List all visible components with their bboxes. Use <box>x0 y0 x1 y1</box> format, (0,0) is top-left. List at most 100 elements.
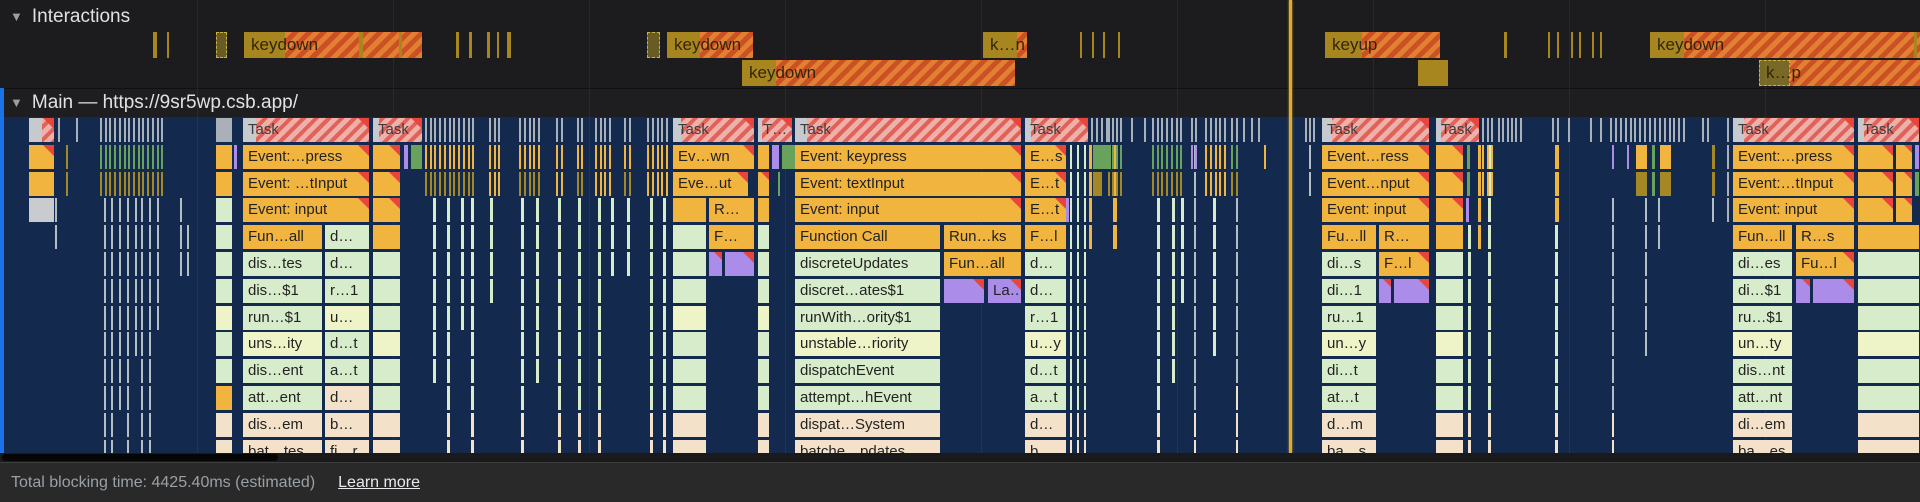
flame-cell[interactable] <box>1712 172 1715 196</box>
flame-thin-column[interactable] <box>611 252 614 276</box>
flame-thin-bar[interactable] <box>472 118 474 142</box>
flame-thin-column[interactable] <box>180 198 182 222</box>
flame-thin-column[interactable] <box>471 332 474 356</box>
flame-cell[interactable] <box>1796 279 1810 303</box>
interaction-bar[interactable]: keyup <box>1325 32 1440 58</box>
flame-thin-column[interactable] <box>1645 306 1647 330</box>
flame-thin-column[interactable] <box>104 252 106 276</box>
flame-thin-bar[interactable] <box>458 145 460 169</box>
flame-thin-bar[interactable] <box>1176 118 1178 142</box>
flame-thin-column[interactable] <box>663 440 666 454</box>
flame-thin-column[interactable] <box>1113 225 1117 249</box>
flame-thin-bar[interactable] <box>538 172 540 196</box>
flame-thin-column[interactable] <box>1236 413 1238 437</box>
flame-thin-column[interactable] <box>1468 359 1471 383</box>
flame-thin-bar[interactable] <box>1673 118 1675 142</box>
flame-cell[interactable] <box>1555 198 1559 222</box>
flame-thin-column[interactable] <box>558 225 561 249</box>
flame-cell[interactable]: d… <box>1025 279 1066 303</box>
flame-thin-column[interactable] <box>663 225 666 249</box>
flame-thin-column[interactable] <box>111 198 113 222</box>
flame-thin-column[interactable] <box>1070 359 1072 383</box>
flame-thin-column[interactable] <box>578 279 581 303</box>
flame-thin-bar[interactable] <box>1231 172 1233 196</box>
flame-thin-bar[interactable] <box>647 118 649 142</box>
flame-thin-bar[interactable] <box>524 118 526 142</box>
flame-cell[interactable] <box>1858 359 1919 383</box>
flame-thin-column[interactable] <box>1172 306 1175 330</box>
flame-thin-column[interactable] <box>1213 306 1216 330</box>
flame-thin-bar[interactable] <box>1195 118 1197 142</box>
flame-cell[interactable] <box>673 252 706 276</box>
flame-thin-bar[interactable] <box>138 118 140 142</box>
collapse-triangle-icon[interactable]: ▼ <box>10 95 23 110</box>
flame-thin-bar[interactable] <box>458 118 460 142</box>
flame-cell[interactable]: La…t <box>988 279 1021 303</box>
interaction-tick[interactable] <box>487 32 490 58</box>
flame-thin-column[interactable] <box>663 252 666 276</box>
flame-thin-bar[interactable] <box>1176 172 1178 196</box>
flame-thin-column[interactable] <box>461 198 464 222</box>
flame-thin-bar[interactable] <box>444 172 446 196</box>
flame-thin-bar[interactable] <box>498 172 500 196</box>
flame-thin-bar[interactable] <box>595 118 597 142</box>
flame-thin-column[interactable] <box>119 225 121 249</box>
flame-thin-bar[interactable] <box>1205 145 1207 169</box>
flame-thin-column[interactable] <box>1084 306 1086 330</box>
flame-thin-column[interactable] <box>490 225 493 249</box>
flame-cell[interactable]: Event: textInput <box>795 172 1021 196</box>
flame-thin-column[interactable] <box>598 198 601 222</box>
flame-cell[interactable] <box>66 145 68 169</box>
flame-thin-column[interactable] <box>1070 225 1072 249</box>
flame-thin-bar[interactable] <box>128 172 130 196</box>
flame-thin-bar[interactable] <box>533 118 535 142</box>
flame-cell[interactable]: E…t <box>1025 172 1066 196</box>
flame-cell[interactable] <box>778 172 780 196</box>
flame-thin-column[interactable] <box>650 359 653 383</box>
flame-thin-column[interactable] <box>650 252 653 276</box>
flame-thin-bar[interactable] <box>1669 118 1671 142</box>
flame-thin-column[interactable] <box>536 252 539 276</box>
flame-thin-column[interactable] <box>1077 413 1079 437</box>
flame-thin-column[interactable] <box>1658 198 1660 222</box>
interaction-bar[interactable]: keydown <box>1650 32 1920 58</box>
flame-thin-bar[interactable] <box>652 145 654 169</box>
flame-cell[interactable]: d… <box>325 386 369 410</box>
flame-thin-bar[interactable] <box>652 172 654 196</box>
flame-thin-bar[interactable] <box>1166 172 1168 196</box>
flame-thin-bar[interactable] <box>1210 145 1212 169</box>
flame-thin-column[interactable] <box>1488 440 1491 454</box>
flame-thin-column[interactable] <box>149 413 151 437</box>
flame-thin-column[interactable] <box>536 359 539 383</box>
flame-thin-bar[interactable] <box>1487 145 1489 169</box>
flame-thin-column[interactable] <box>521 440 524 454</box>
flame-thin-bar[interactable] <box>666 172 668 196</box>
flame-thin-column[interactable] <box>558 386 561 410</box>
flame-thin-bar[interactable] <box>629 172 631 196</box>
flame-thin-column[interactable] <box>1555 306 1558 330</box>
flame-thin-bar[interactable] <box>609 172 611 196</box>
flame-cell[interactable] <box>216 386 232 410</box>
flame-cell[interactable] <box>1612 145 1614 169</box>
flame-thin-bar[interactable] <box>577 145 579 169</box>
interaction-tick[interactable] <box>1504 32 1507 58</box>
flame-thin-bar[interactable] <box>124 172 126 196</box>
flame-thin-column[interactable] <box>104 225 106 249</box>
flame-thin-column[interactable] <box>447 440 450 454</box>
flame-cell[interactable] <box>1467 145 1470 169</box>
flame-thin-bar[interactable] <box>1231 145 1233 169</box>
flame-thin-bar[interactable] <box>494 172 496 196</box>
flame-thin-bar[interactable] <box>524 145 526 169</box>
flame-thin-column[interactable] <box>111 332 113 356</box>
flame-thin-bar[interactable] <box>430 118 432 142</box>
flame-thin-bar[interactable] <box>439 118 441 142</box>
flame-thin-column[interactable] <box>1084 440 1086 454</box>
flame-thin-bar[interactable] <box>629 145 631 169</box>
flame-cell[interactable]: discreteUpdates <box>795 252 940 276</box>
flame-thin-bar[interactable] <box>138 172 140 196</box>
flame-thin-column[interactable] <box>1077 172 1079 196</box>
flame-thin-column[interactable] <box>149 332 151 356</box>
flame-thin-column[interactable] <box>149 252 151 276</box>
flame-thin-column[interactable] <box>187 225 189 249</box>
flame-thin-column[interactable] <box>1194 332 1196 356</box>
